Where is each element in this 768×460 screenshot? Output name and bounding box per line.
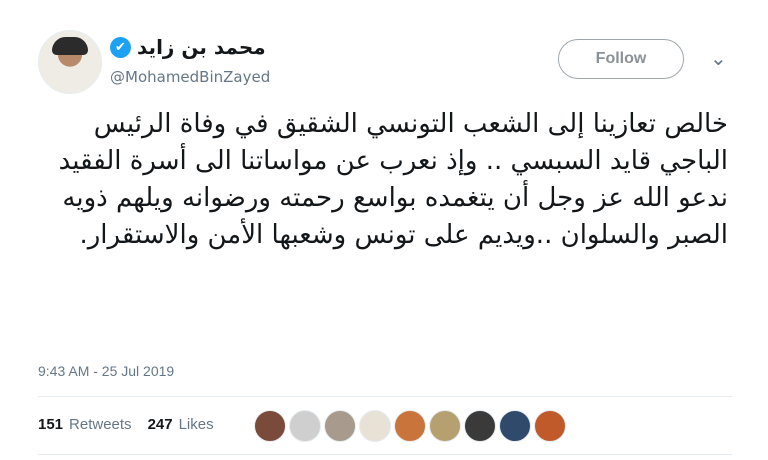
author-name[interactable]: محمد بن زايد bbox=[137, 35, 266, 59]
verified-badge-icon: ✔ bbox=[110, 36, 131, 58]
liker-avatar-1[interactable] bbox=[254, 410, 286, 442]
likes-count[interactable]: 247 bbox=[148, 416, 173, 433]
likes-label[interactable]: Likes bbox=[179, 416, 214, 433]
liker-avatar-8[interactable] bbox=[499, 410, 531, 442]
avatar[interactable] bbox=[38, 30, 102, 94]
follow-button[interactable]: Follow bbox=[558, 39, 684, 79]
engagement-stats: 151 Retweets 247 Likes bbox=[38, 416, 214, 433]
liker-avatars bbox=[254, 410, 566, 442]
liker-avatar-5[interactable] bbox=[394, 410, 426, 442]
liker-avatar-9[interactable] bbox=[534, 410, 566, 442]
author-name-row: محمد بن زايد ✔ bbox=[110, 35, 266, 59]
liker-avatar-7[interactable] bbox=[464, 410, 496, 442]
liker-avatar-6[interactable] bbox=[429, 410, 461, 442]
chevron-down-icon[interactable]: ⌄ bbox=[710, 46, 727, 70]
liker-avatar-2[interactable] bbox=[289, 410, 321, 442]
liker-avatar-4[interactable] bbox=[359, 410, 391, 442]
divider bbox=[38, 396, 732, 397]
tweet-text: خالص تعازينا إلى الشعب التونسي الشقيق في… bbox=[58, 109, 728, 250]
tweet-timestamp[interactable]: 9:43 AM - 25 Jul 2019 bbox=[38, 363, 174, 379]
retweets-label[interactable]: Retweets bbox=[69, 416, 132, 433]
retweets-count[interactable]: 151 bbox=[38, 416, 63, 433]
liker-avatar-3[interactable] bbox=[324, 410, 356, 442]
divider bbox=[38, 454, 732, 455]
tweet-header: محمد بن زايد ✔ @MohamedBinZayed Follow ⌄ bbox=[38, 26, 738, 94]
author-handle[interactable]: @MohamedBinZayed bbox=[110, 68, 270, 86]
